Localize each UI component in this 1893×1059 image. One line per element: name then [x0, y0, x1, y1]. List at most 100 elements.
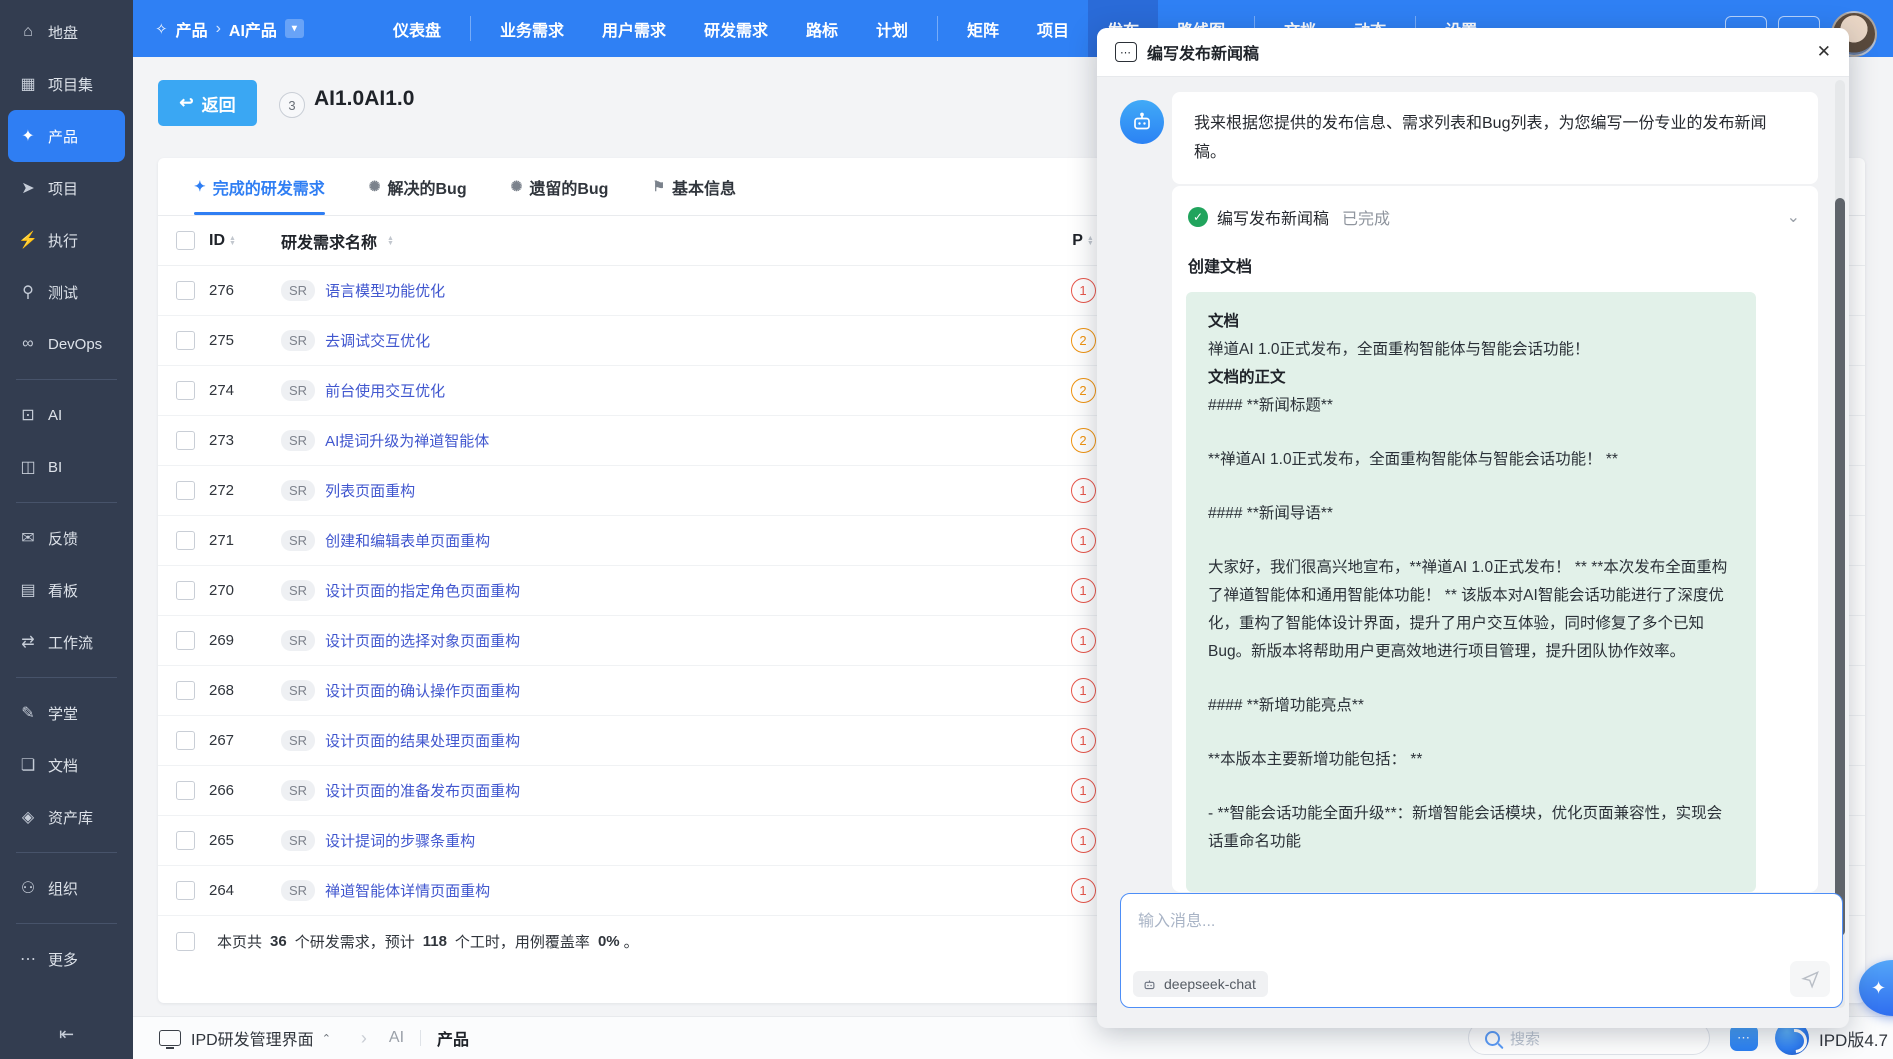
story-link[interactable]: 设计页面的结果处理页面重构	[325, 730, 520, 751]
row-checkbox[interactable]	[176, 331, 195, 350]
menu-item-路标[interactable]: 路标	[787, 0, 857, 57]
chevron-down-icon[interactable]: ⌄	[1787, 207, 1800, 227]
diamond-icon: ◈	[21, 809, 35, 826]
generated-document: 文档 禅道AI 1.0正式发布，全面重构智能体与智能会话功能！ 文档的正文 #### …	[1186, 292, 1756, 892]
story-link[interactable]: 禅道智能体详情页面重构	[325, 880, 490, 901]
story-link[interactable]: 设计页面的指定角色页面重构	[325, 580, 520, 601]
doc-line: - **智能会话功能全面升级**：新增智能会话模块，优化页面兼容性，实现会话重命…	[1208, 805, 1723, 850]
lightbulb-icon: ✦	[194, 178, 206, 194]
chat-input[interactable]: 输入消息... deepseek-chat	[1120, 893, 1843, 1008]
sidebar-item-product[interactable]: ✦ 产品	[8, 110, 125, 162]
sidebar-collapse-button[interactable]: ⇤	[0, 1024, 133, 1045]
story-link[interactable]: 设计提词的步骤条重构	[325, 830, 475, 851]
tab-遗留的Bug[interactable]: ✺ 遗留的Bug	[511, 158, 609, 215]
menu-item-仪表盘[interactable]: 仪表盘	[374, 0, 460, 57]
col-header-priority[interactable]: P	[1072, 232, 1083, 250]
menu-item-计划[interactable]: 计划	[857, 0, 927, 57]
story-link[interactable]: 创建和编辑表单页面重构	[325, 530, 490, 551]
row-checkbox[interactable]	[176, 281, 195, 300]
sidebar-item-doc[interactable]: ❏ 文档	[8, 739, 125, 791]
col-header-name[interactable]: 研发需求名称	[281, 229, 377, 253]
sidebar-item-workflow[interactable]: ⇄ 工作流	[8, 616, 125, 668]
story-link[interactable]: 语言模型功能优化	[325, 280, 445, 301]
bottom-crumb-product[interactable]: 产品	[437, 1026, 469, 1050]
sidebar-item-program[interactable]: ▦ 项目集	[8, 58, 125, 110]
col-header-id[interactable]: ID	[209, 232, 225, 250]
model-selector[interactable]: deepseek-chat	[1133, 971, 1268, 997]
sidebar-item-qa[interactable]: ⚲ 测试	[8, 266, 125, 318]
sidebar-item-label: BI	[48, 458, 63, 476]
rocket-icon: ➤	[21, 180, 35, 197]
doc-blank-line	[1208, 666, 1734, 692]
row-checkbox[interactable]	[176, 781, 195, 800]
story-link[interactable]: AI提词升级为禅道智能体	[325, 430, 489, 451]
close-icon[interactable]: ✕	[1817, 42, 1831, 62]
menu-item-业务需求[interactable]: 业务需求	[481, 0, 583, 57]
tab-基本信息[interactable]: ⚑ 基本信息	[652, 158, 736, 215]
story-link[interactable]: 去调试交互优化	[325, 330, 430, 351]
tab-解决的Bug[interactable]: ✺ 解决的Bug	[369, 158, 467, 215]
tab-完成的研发需求[interactable]: ✦ 完成的研发需求	[194, 158, 325, 215]
send-button[interactable]	[1790, 961, 1830, 997]
sort-icon[interactable]: ▲ ▼	[387, 235, 394, 247]
story-type-badge: SR	[281, 380, 316, 401]
footer-checkbox[interactable]	[176, 931, 195, 951]
row-checkbox[interactable]	[176, 731, 195, 750]
product-switcher-caret[interactable]: ▾	[284, 19, 304, 38]
robot-icon	[1144, 979, 1155, 989]
menu-item-用户需求[interactable]: 用户需求	[583, 0, 685, 57]
sidebar-item-bi[interactable]: ◫ BI	[8, 441, 125, 493]
footer-text: 个研发需求，预计	[294, 933, 415, 951]
row-checkbox[interactable]	[176, 481, 195, 500]
chat-bubble-icon[interactable]: ⋯	[1730, 1025, 1758, 1051]
sidebar-item-devops[interactable]: ∞ DevOps	[8, 318, 125, 370]
sort-icon[interactable]: ▲ ▼	[229, 235, 236, 247]
row-name-cell: SR 设计页面的指定角色页面重构	[281, 580, 1053, 601]
story-type-badge: SR	[281, 430, 316, 451]
sidebar-item-ai[interactable]: ⊡ AI	[8, 389, 125, 441]
sidebar-item-more[interactable]: ⋯ 更多	[8, 933, 125, 985]
monitor-icon	[159, 1030, 181, 1049]
panel-scrollbar-thumb[interactable]	[1835, 198, 1845, 936]
sidebar-item-school[interactable]: ✎ 学堂	[8, 687, 125, 739]
sidebar-item-home[interactable]: ⌂ 地盘	[8, 6, 125, 58]
sort-icon[interactable]: ▲ ▼	[1087, 235, 1094, 247]
row-checkbox[interactable]	[176, 681, 195, 700]
search-placeholder: 搜索	[1510, 1030, 1541, 1048]
breadcrumb-current-product[interactable]: AI产品	[229, 17, 277, 41]
breadcrumb-product[interactable]: 产品	[176, 17, 208, 41]
menu-item-项目[interactable]: 项目	[1018, 0, 1088, 57]
row-name-cell: SR 设计页面的确认操作页面重构	[281, 680, 1053, 701]
select-all-checkbox[interactable]	[176, 231, 195, 250]
back-button[interactable]: ↩ 返回	[158, 80, 257, 126]
row-checkbox[interactable]	[176, 831, 195, 850]
bottom-crumb-ai[interactable]: AI	[389, 1029, 404, 1047]
story-type-badge: SR	[281, 580, 316, 601]
workspace-switcher[interactable]: IPD研发管理界面 ⌃	[191, 1026, 331, 1050]
sidebar-item-feedback[interactable]: ✉ 反馈	[8, 512, 125, 564]
sidebar-item-admin[interactable]: ⚇ 组织	[8, 862, 125, 914]
row-checkbox[interactable]	[176, 581, 195, 600]
chevron-right-icon: ›	[360, 1027, 367, 1048]
story-link[interactable]: 设计页面的确认操作页面重构	[325, 680, 520, 701]
row-checkbox[interactable]	[176, 531, 195, 550]
story-link[interactable]: 设计页面的准备发布页面重构	[325, 780, 520, 801]
row-checkbox[interactable]	[176, 431, 195, 450]
menu-item-研发需求[interactable]: 研发需求	[685, 0, 787, 57]
row-checkbox[interactable]	[176, 881, 195, 900]
row-name-cell: SR AI提词升级为禅道智能体	[281, 430, 1053, 451]
sidebar-item-label: 文档	[48, 757, 79, 775]
story-link[interactable]: 列表页面重构	[325, 480, 415, 501]
story-link[interactable]: 前台使用交互优化	[325, 380, 445, 401]
row-checkbox[interactable]	[176, 631, 195, 650]
row-id-cell: 269	[195, 632, 281, 649]
sidebar-item-assets[interactable]: ◈ 资产库	[8, 791, 125, 843]
sidebar-item-label: 产品	[48, 128, 79, 146]
story-link[interactable]: 设计页面的选择对象页面重构	[325, 630, 520, 651]
sidebar-item-project[interactable]: ➤ 项目	[8, 162, 125, 214]
sidebar-item-execution[interactable]: ⚡ 执行	[8, 214, 125, 266]
tab-label: 基本信息	[672, 180, 737, 198]
row-checkbox[interactable]	[176, 381, 195, 400]
sidebar-item-kanban[interactable]: ▤ 看板	[8, 564, 125, 616]
menu-item-矩阵[interactable]: 矩阵	[948, 0, 1018, 57]
